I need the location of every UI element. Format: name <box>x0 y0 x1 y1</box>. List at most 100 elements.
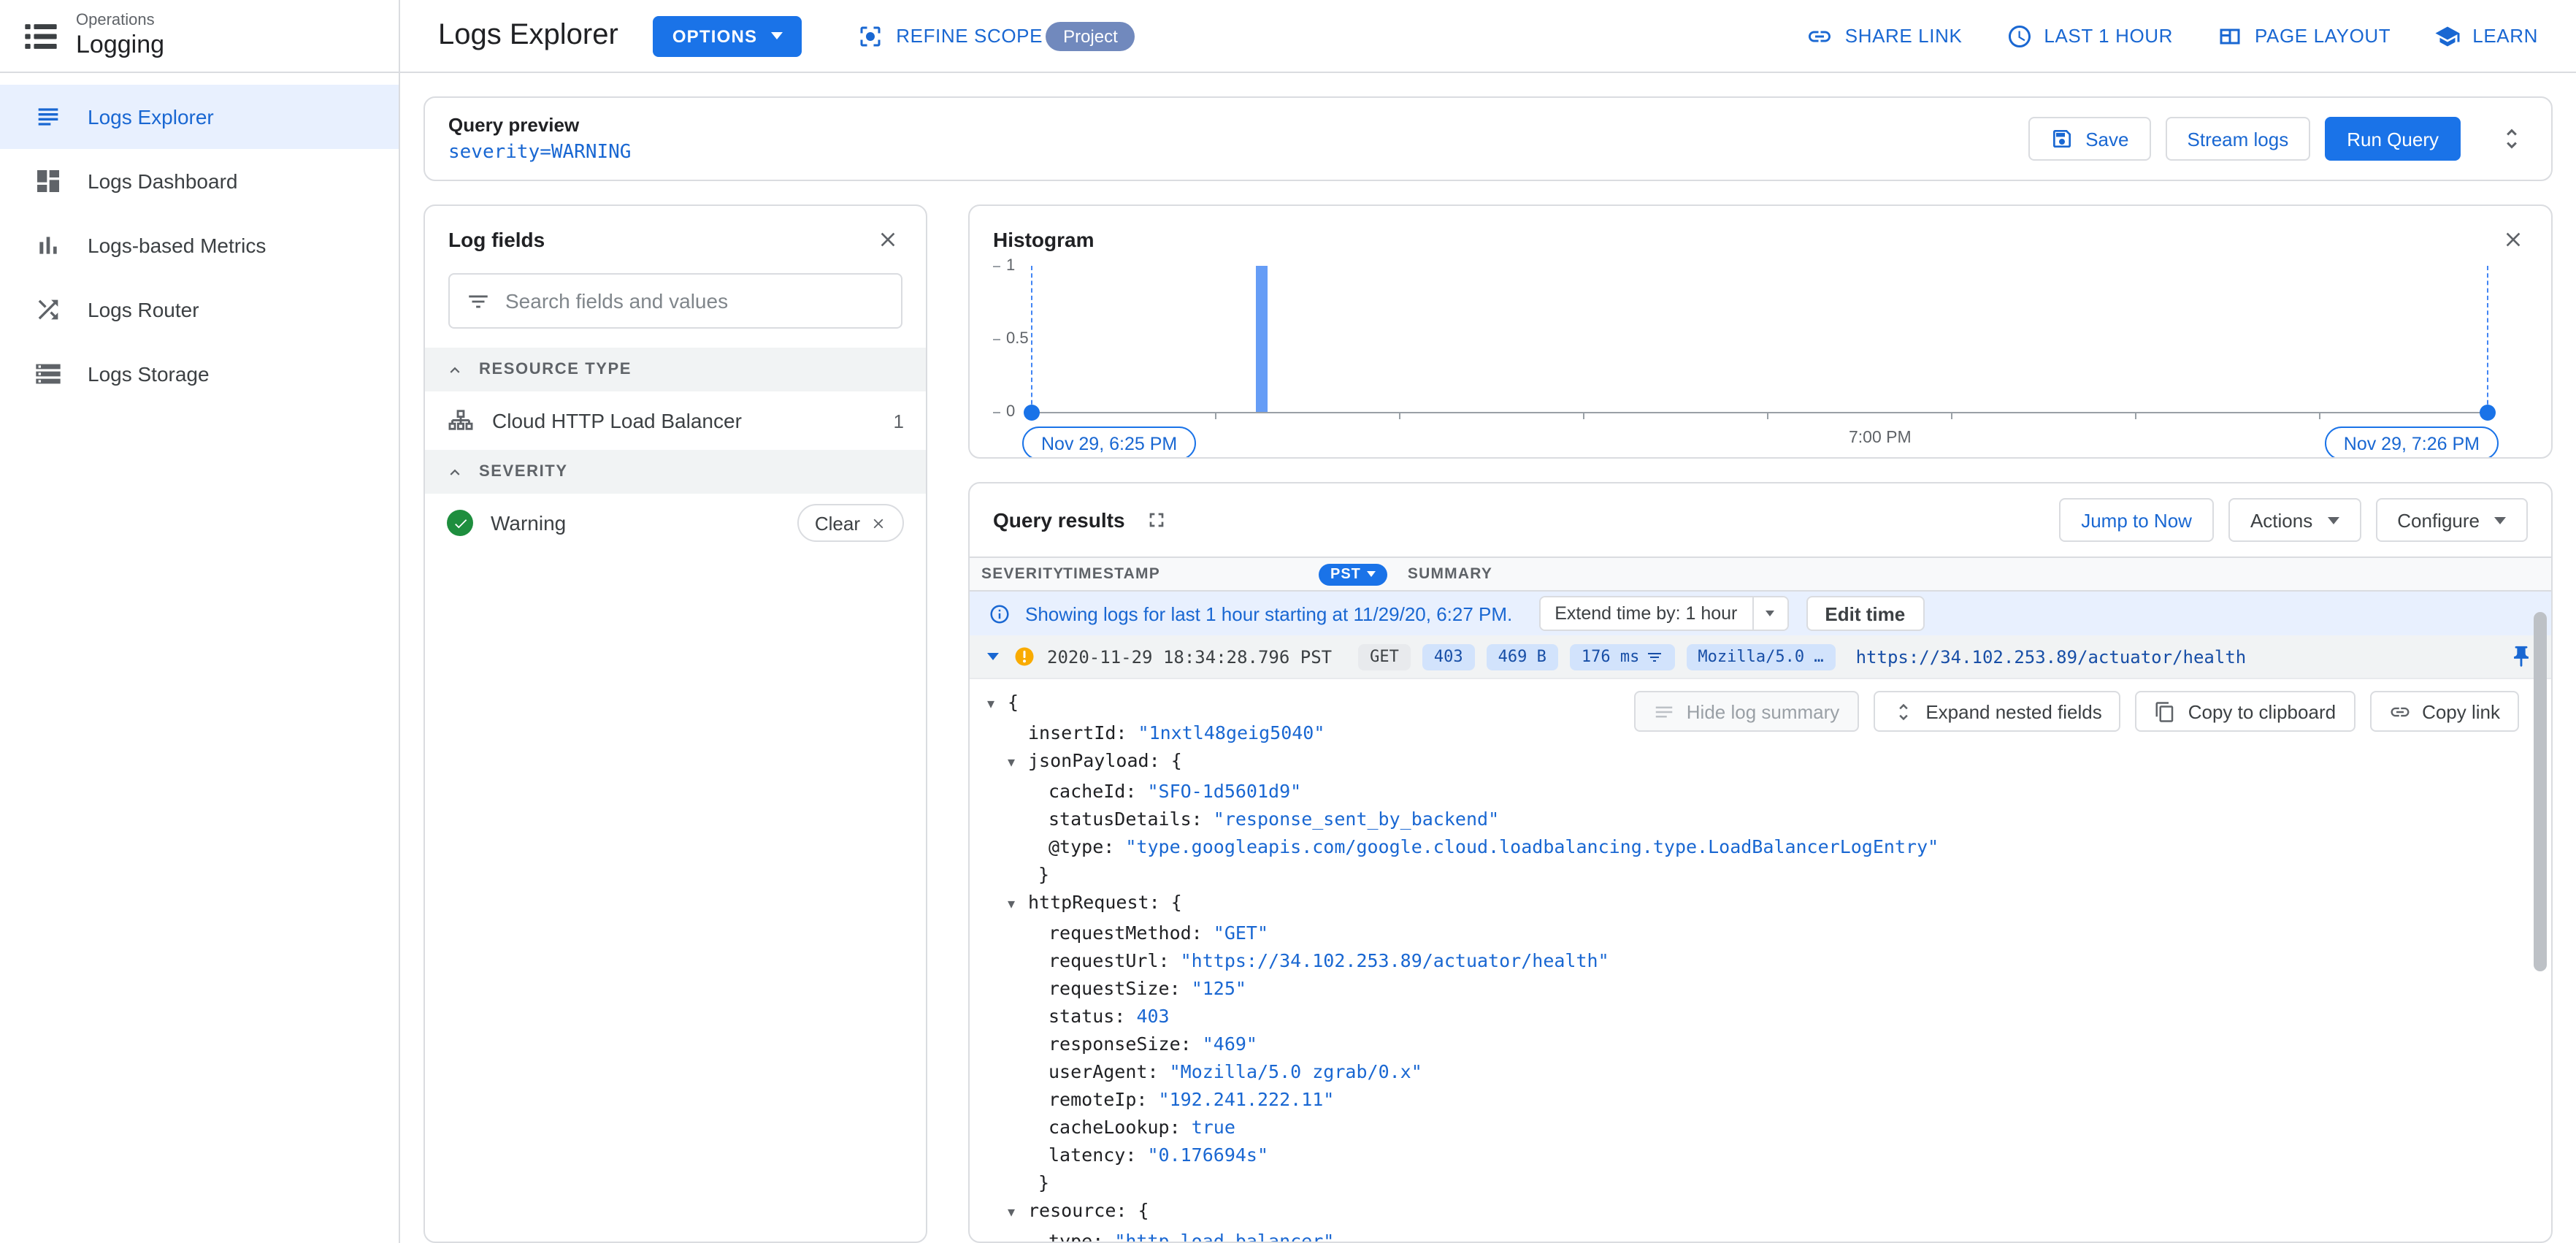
copy-link-button[interactable]: Copy link <box>2369 691 2519 732</box>
json-key: @type: <box>1049 835 1126 857</box>
histogram-bar[interactable] <box>1256 266 1268 412</box>
copy-to-clipboard-button[interactable]: Copy to clipboard <box>2135 691 2355 732</box>
chip-label: 469 B <box>1498 647 1546 666</box>
json-value: "0.176694s" <box>1147 1144 1269 1166</box>
save-button[interactable]: Save <box>2028 117 2151 161</box>
chevron-down-icon <box>1766 611 1775 616</box>
section-title: RESOURCE TYPE <box>479 361 632 378</box>
collapse-toggle-icon[interactable]: ▾ <box>1008 749 1028 777</box>
run-query-button[interactable]: Run Query <box>2325 117 2461 161</box>
last-1-hour-button[interactable]: LAST 1 HOUR <box>2006 23 2173 49</box>
json-line: requestMethod: "GET" <box>970 919 2551 946</box>
learn-button[interactable]: LEARN <box>2434 23 2538 49</box>
json-value: 403 <box>1136 1005 1170 1027</box>
timezone-selector[interactable]: PST <box>1319 563 1387 585</box>
log-entry-summary-row[interactable]: 2020-11-29 18:34:28.796 PST GET 403 469 … <box>970 635 2551 679</box>
run-query-label: Run Query <box>2347 128 2439 150</box>
pin-icon <box>2514 646 2529 668</box>
actions-label: Actions <box>2250 509 2313 531</box>
chip-label: GET <box>1370 647 1399 666</box>
stream-logs-button[interactable]: Stream logs <box>2165 117 2311 161</box>
json-key: requestMethod: <box>1049 922 1214 944</box>
collapse-toggle-icon[interactable]: ▾ <box>1008 891 1028 919</box>
json-key: jsonPayload: <box>1028 749 1171 771</box>
toolbar-button-label: Copy to clipboard <box>2188 700 2337 722</box>
query-preview-text[interactable]: severity=WARNING <box>448 142 631 164</box>
sidebar-item-logs-dashboard[interactable]: Logs Dashboard <box>0 149 399 213</box>
main-column: Logs Explorer OPTIONS REFINE SCOPE Proje… <box>400 0 2576 1243</box>
configure-button[interactable]: Configure <box>2375 498 2528 542</box>
expand-collapse-button[interactable] <box>2496 123 2528 155</box>
panels-row: Log fields Search fields and values RESO… <box>423 204 2553 1243</box>
notes-icon <box>1653 700 1675 722</box>
json-value: "response_sent_by_backend" <box>1213 808 1500 830</box>
product-name-block: Operations Logging <box>76 12 164 60</box>
json-line: } <box>970 860 2551 888</box>
range-end-pill[interactable]: Nov 29, 7:26 PM <box>2324 427 2499 457</box>
close-icon <box>2506 232 2521 247</box>
options-button[interactable]: OPTIONS <box>653 15 802 56</box>
unfold-icon <box>1892 700 1914 722</box>
section-title: SEVERITY <box>479 463 568 481</box>
share-link-button[interactable]: SHARE LINK <box>1807 23 1963 49</box>
severity-warning-row[interactable]: Warning Clear <box>425 494 926 552</box>
resource-type-section-header[interactable]: RESOURCE TYPE <box>425 348 926 391</box>
collapse-toggle-icon[interactable]: ▾ <box>1008 1199 1028 1227</box>
severity-section-header[interactable]: SEVERITY <box>425 450 926 494</box>
json-line: cacheLookup: true <box>970 1113 2551 1141</box>
close-log-fields-button[interactable] <box>873 225 902 254</box>
expand-nested-fields-button[interactable]: Expand nested fields <box>1873 691 2121 732</box>
top-link-label: PAGE LAYOUT <box>2255 25 2391 47</box>
sidebar-item-logs-router[interactable]: Logs Router <box>0 278 399 342</box>
top-link-label: LAST 1 HOUR <box>2044 25 2174 47</box>
row-expand-chevron-icon[interactable] <box>987 653 999 660</box>
jump-to-now-button[interactable]: Jump to Now <box>2059 498 2214 542</box>
clear-severity-button[interactable]: Clear <box>797 504 904 542</box>
extend-time-button[interactable]: Extend time by: 1 hour <box>1540 597 1752 630</box>
json-value: "type.googleapis.com/google.cloud.loadba… <box>1125 835 1939 857</box>
json-line: responseSize: "469" <box>970 1030 2551 1057</box>
collapse-toggle-icon[interactable]: ▾ <box>987 691 1008 719</box>
sidebar-item-logs-storage[interactable]: Logs Storage <box>0 342 399 406</box>
link-icon <box>1807 23 1833 49</box>
page-layout-button[interactable]: PAGE LAYOUT <box>2217 23 2391 49</box>
latency-chip: 176 ms <box>1569 643 1675 670</box>
pin-log-button[interactable] <box>2506 641 2537 672</box>
fullscreen-button[interactable] <box>1143 505 1172 535</box>
close-histogram-button[interactable] <box>2499 225 2528 254</box>
range-end-handle[interactable] <box>2480 405 2496 421</box>
query-preview-card: Query preview severity=WARNING Save Stre… <box>423 96 2553 181</box>
json-line: latency: "0.176694s" <box>970 1141 2551 1169</box>
range-start-pill[interactable]: Nov 29, 6:25 PM <box>1022 427 1197 457</box>
sidebar-item-logs-explorer[interactable]: Logs Explorer <box>0 85 399 149</box>
resource-type-label: Cloud HTTP Load Balancer <box>492 409 742 432</box>
edit-time-button[interactable]: Edit time <box>1806 596 1925 631</box>
extend-time-dropdown[interactable] <box>1752 597 1787 630</box>
json-value: true <box>1191 1116 1235 1138</box>
refine-scope-button[interactable]: REFINE SCOPE <box>856 23 1043 49</box>
actions-button[interactable]: Actions <box>2228 498 2361 542</box>
sidebar-nav: Logs Explorer Logs Dashboard Logs-based … <box>0 73 399 406</box>
sidebar-item-logs-based-metrics[interactable]: Logs-based Metrics <box>0 213 399 278</box>
timezone-label: PST <box>1330 566 1361 582</box>
bar-chart-icon <box>34 231 63 260</box>
json-line: type: "http_load_balancer" <box>970 1227 2551 1242</box>
product-logo-block: Operations Logging <box>0 0 399 73</box>
close-icon <box>881 232 895 247</box>
log-fields-search-input[interactable] <box>505 289 885 313</box>
layout-icon <box>2217 23 2243 49</box>
results-scrollbar-thumb[interactable] <box>2534 612 2547 971</box>
sidebar: Operations Logging Logs Explorer Logs Da… <box>0 0 400 1243</box>
product-name: Logging <box>76 31 165 58</box>
query-results-panel: Query results Jump to Now Actions Config… <box>968 482 2553 1243</box>
chip-label: 403 <box>1433 647 1463 666</box>
status-chip: 403 <box>1422 643 1475 670</box>
top-link-label: SHARE LINK <box>1844 25 1963 47</box>
json-key: cacheLookup: <box>1049 1116 1192 1138</box>
json-line: ▾ httpRequest: { <box>970 888 2551 919</box>
range-start-handle[interactable] <box>1024 405 1040 421</box>
json-punctuation: { <box>1138 1199 1149 1221</box>
resource-type-row[interactable]: Cloud HTTP Load Balancer 1 <box>425 391 926 450</box>
method-chip: GET <box>1358 643 1411 670</box>
json-key: insertId: <box>1028 722 1138 743</box>
